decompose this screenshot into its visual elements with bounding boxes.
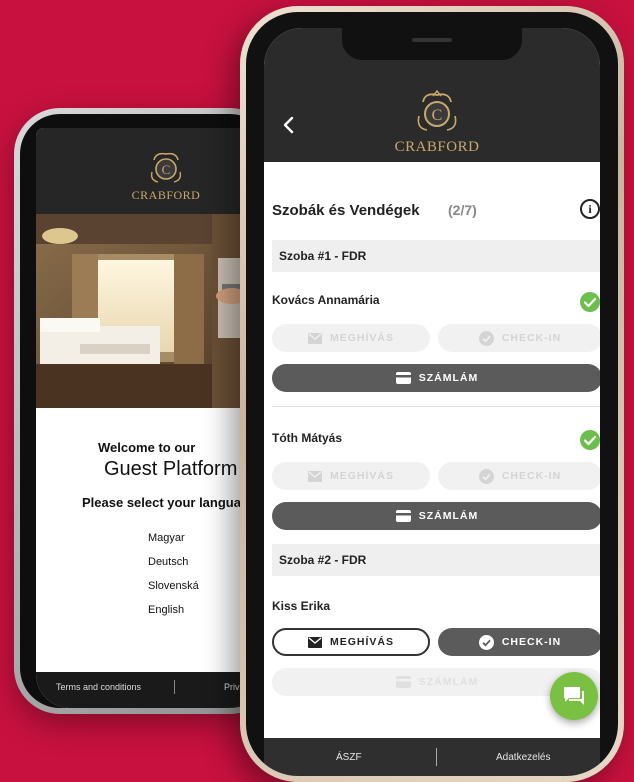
back-button[interactable] [278,114,300,136]
hotel-room-photo [36,214,262,408]
front-phone-screen: C CRABFORD Szobák és Vendégek (2/7) i Sz… [264,28,600,776]
back-phone: C CRABFORD Welcome to our Guest Platform… [14,108,276,714]
guest-name: Kiss Erika [272,599,331,613]
checkin-button-label: CHECK-IN [501,470,562,482]
rooms-and-guests-panel: Szobák és Vendégek (2/7) i Szoba #1 - FD… [264,162,600,738]
invite-button-label: MEGHÍVÁS [329,636,394,648]
phone-notch [342,28,522,60]
envelope-icon [307,332,322,344]
invite-button[interactable]: MEGHÍVÁS [272,462,430,490]
terms-link[interactable]: ÁSZF [336,752,362,763]
app-footer: ÁSZF Adatkezelés [264,738,600,776]
front-phone: C CRABFORD Szobák és Vendégek (2/7) i Sz… [240,6,624,782]
crabford-logo: C CRABFORD [372,89,502,156]
front-phone-body: C CRABFORD Szobák és Vendégek (2/7) i Sz… [246,12,618,776]
hotel-room-image [36,214,262,408]
crest-icon: C [150,152,182,183]
wallet-icon [395,372,411,384]
section-title: Szobák és Vendégek [272,202,420,219]
check-circle-icon [478,634,494,650]
welcome-line-1: Welcome to our [98,440,196,455]
check-circle-icon [478,468,494,484]
crabford-logo: C CRABFORD [106,150,226,203]
back-phone-header: C CRABFORD [36,128,262,214]
footer-divider [174,680,175,694]
back-phone-body: C CRABFORD Welcome to our Guest Platform… [20,114,270,708]
envelope-icon [307,636,322,648]
language-list: Magyar Deutsch Slovenská English [36,532,262,628]
guest-name: Tóth Mátyás [272,431,343,445]
wallet-icon [395,676,411,688]
checkin-button[interactable]: CHECK-IN [438,462,600,490]
invite-button[interactable]: MEGHÍVÁS [272,628,430,656]
info-icon[interactable]: i [580,199,600,219]
bill-button-label: SZÁMLÁM [418,372,479,384]
crest-icon: C [417,89,457,131]
svg-text:C: C [162,162,171,177]
checkin-button[interactable]: CHECK-IN [438,628,600,656]
back-phone-footer: Terms and conditions Privac [36,672,262,708]
bill-button-label: SZÁMLÁM [418,676,479,688]
terms-link[interactable]: Terms and conditions [56,682,141,692]
back-phone-screen: C CRABFORD Welcome to our Guest Platform… [36,128,262,708]
chat-button[interactable] [550,672,598,720]
speaker-grille [412,38,452,42]
footer-divider [436,748,437,766]
chat-icon [564,687,584,705]
select-language-heading: Please select your langua [82,495,241,510]
room-header-2: Szoba #2 - FDR [272,544,600,576]
bill-button-label: SZÁMLÁM [418,510,479,522]
checkin-button-label: CHECK-IN [501,636,562,648]
check-circle-icon [478,330,494,346]
welcome-block: Welcome to our Guest Platform Please sel… [36,440,262,510]
checkin-button-label: CHECK-IN [501,332,562,344]
invite-button-label: MEGHÍVÁS [329,470,394,482]
brand-name: CRABFORD [131,188,201,202]
check-circle-icon [580,430,600,450]
room-header-1: Szoba #1 - FDR [272,240,600,272]
checkin-button[interactable]: CHECK-IN [438,324,600,352]
chevron-left-icon [283,116,294,134]
svg-text:C: C [432,107,443,124]
welcome-line-2: Guest Platform [104,458,238,480]
bill-button[interactable]: SZÁMLÁM [272,502,600,530]
step-counter: (2/7) [448,202,477,218]
guest-divider [272,406,600,407]
brand-name: CRABFORD [394,139,480,155]
envelope-icon [307,470,322,482]
privacy-link[interactable]: Adatkezelés [496,752,550,763]
invite-button-label: MEGHÍVÁS [329,332,394,344]
check-circle-icon [580,292,600,312]
invite-button[interactable]: MEGHÍVÁS [272,324,430,352]
guest-name: Kovács Annamária [272,293,380,307]
bill-button[interactable]: SZÁMLÁM [272,364,600,392]
wallet-icon [395,510,411,522]
